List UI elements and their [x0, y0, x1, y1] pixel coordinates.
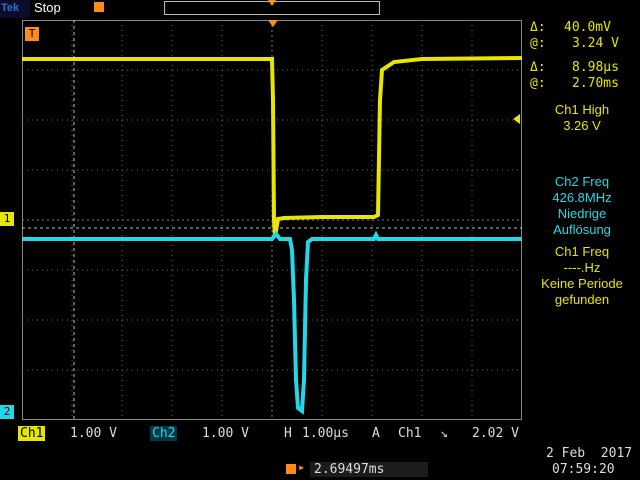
ch1-freq-note1: Keine Periode	[541, 276, 623, 291]
ch2-scale[interactable]: 1.00 V	[202, 426, 249, 441]
delta-v-label: Δ:	[530, 20, 546, 35]
delta-t-value: 8.98µs	[572, 60, 619, 75]
record-trigger-pointer-icon	[268, 0, 276, 6]
readout-panel: Δ: 40.0mV @: 3.24 V Δ: 8.98µs @: 2.70ms …	[524, 18, 640, 420]
at-v-value: 3.24 V	[572, 36, 619, 51]
tek-logo: Tek	[0, 0, 30, 18]
acquisition-mode: A	[372, 426, 380, 441]
status-bar: Ch1 1.00 V Ch2 1.00 V H 1.00µs A Ch1 ↘ 2…	[0, 422, 640, 480]
at-v-label: @:	[530, 36, 546, 51]
ch2-freq-note1: Niedrige	[557, 206, 607, 221]
horizontal-scale[interactable]: 1.00µs	[302, 426, 349, 441]
ch1-high-title: Ch1 High	[554, 102, 610, 117]
ch1-freq-title: Ch1 Freq	[554, 244, 610, 259]
ch1-scale[interactable]: 1.00 V	[70, 426, 117, 441]
trigger-level[interactable]: 2.02 V	[472, 426, 519, 441]
horizontal-label: H	[284, 426, 292, 441]
trigger-slope-icon: ↘	[440, 426, 448, 441]
at-t-label: @:	[530, 76, 546, 91]
ch2-label[interactable]: Ch2	[150, 426, 178, 441]
time: 07:59:20	[552, 462, 615, 477]
ch2-freq-title: Ch2 Freq	[554, 174, 610, 189]
trigger-position-box-icon	[286, 464, 296, 474]
ch1-label[interactable]: Ch1	[18, 426, 46, 441]
ch2-marker[interactable]: 2	[0, 405, 14, 419]
trigger-marker[interactable]: T	[25, 27, 39, 41]
trigger-level-pointer-icon	[513, 114, 520, 124]
trigger-time-pointer-icon	[268, 20, 278, 27]
waveform-display[interactable]	[22, 20, 522, 420]
ch1-freq-value: ----.Hz	[563, 260, 601, 275]
ch1-high-value: 3.26 V	[563, 118, 601, 133]
arrow-right-icon: ▸	[298, 460, 306, 474]
run-state-label: Stop	[34, 0, 61, 15]
delta-t-label: Δ:	[530, 60, 546, 75]
ch1-marker[interactable]: 1	[0, 212, 14, 226]
graticule	[22, 20, 522, 420]
brand-text: Tek	[1, 2, 20, 14]
delta-v-value: 40.0mV	[564, 20, 611, 35]
at-t-value: 2.70ms	[572, 76, 619, 91]
ch2-freq-value: 426.8MHz	[552, 190, 612, 205]
ch1-freq-note2: gefunden	[554, 292, 610, 307]
date: 2 Feb 2017	[546, 446, 633, 461]
trigger-source[interactable]: Ch1	[398, 426, 421, 441]
ch1-waveform	[22, 56, 522, 238]
trigger-position-value[interactable]: 2.69497ms	[310, 462, 428, 477]
trigger-position-icon	[94, 2, 104, 12]
ch2-freq-note2: Auflösung	[553, 222, 611, 237]
